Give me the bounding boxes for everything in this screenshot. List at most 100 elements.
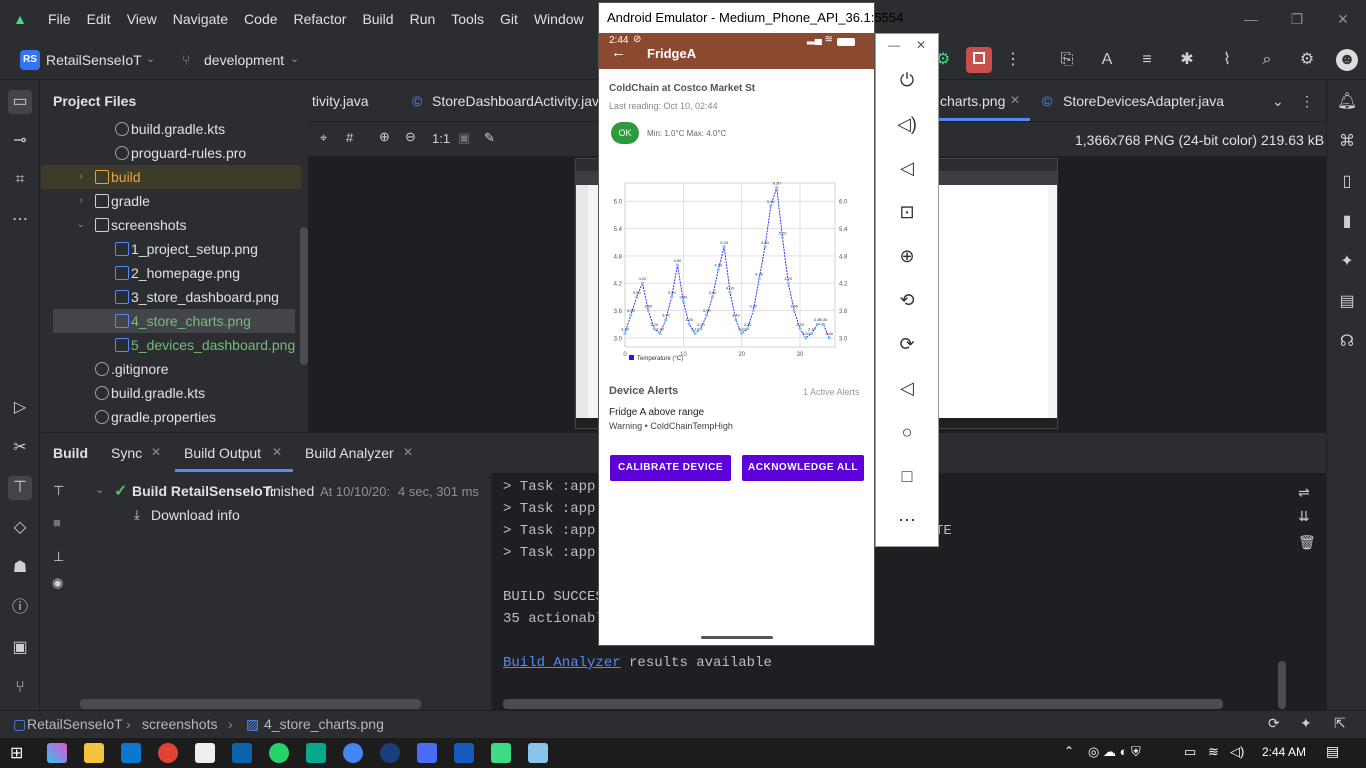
notifications-icon[interactable]: 🔔︎ [1335,90,1359,114]
more-options-icon[interactable]: ⋯ [895,508,919,532]
build-variants-icon[interactable]: ≡ [1136,49,1158,71]
build-hammer-icon[interactable]: ⊤ [8,476,32,500]
expand-icon[interactable]: ⌄ [95,483,104,496]
emulator-title[interactable]: Android Emulator - Medium_Phone_API_36.1… [599,3,903,33]
device-manager-icon[interactable]: ⎘ [1056,49,1078,71]
menu-item-build[interactable]: Build [354,11,401,27]
menu-item-edit[interactable]: Edit [79,11,119,27]
tab-build-output[interactable]: Build Output [184,445,261,461]
tab-sync[interactable]: Sync [111,445,142,461]
volume-up-icon[interactable]: ◁) [895,112,919,136]
tree-item[interactable]: build.gradle.kts [41,117,301,141]
menu-item-tools[interactable]: Tools [443,11,492,27]
chrome-icon[interactable] [343,743,363,763]
menu-item-code[interactable]: Code [236,11,285,27]
scroll-end-icon[interactable]: ⇊ [1298,509,1310,525]
notepad-icon[interactable] [528,743,548,763]
battery-icon[interactable]: ▭ [1184,744,1196,760]
background-icon[interactable]: ▣ [458,130,470,146]
gem-icon[interactable]: ◇ [8,516,32,540]
copilot-icon[interactable]: ☊ [1335,330,1359,354]
device-file-icon[interactable]: ▯ [1335,170,1359,194]
emulator-close-icon[interactable]: ✕ [916,38,926,52]
chevron-right-icon[interactable]: › [75,165,87,189]
terminal-icon[interactable]: ▣ [8,636,32,660]
fit-screen-icon[interactable]: ⌖ [320,130,327,146]
volume-down-icon[interactable]: ◁ [895,156,919,180]
tree-item[interactable]: 3_store_dashboard.png [41,285,301,309]
trash-icon[interactable]: 🗑︎ [1298,535,1316,551]
menu-item-git[interactable]: Git [492,11,526,27]
close-tab-icon[interactable]: ✕ [272,445,282,459]
project-folder-icon[interactable]: ▭ [8,90,32,114]
clock[interactable]: 2:44 AM [1262,745,1306,759]
tree-item[interactable]: gradle.properties [41,405,301,429]
problems-icon[interactable]: ⓘ [8,596,32,620]
eye-icon[interactable]: ◉ [52,575,63,591]
more-horizontal-icon[interactable]: ⋯ [8,208,32,232]
project-badge[interactable]: RS [20,50,40,70]
stop-build-icon[interactable]: ■ [53,515,61,530]
run-icon[interactable]: ▷ [8,396,32,420]
gemini-icon[interactable]: ✦ [1335,250,1359,274]
close-tab-icon[interactable]: ✕ [1010,93,1020,107]
menu-item-navigate[interactable]: Navigate [165,11,236,27]
tree-item[interactable]: build.gradle.kts [41,381,301,405]
debug-icon[interactable]: ✱ [1176,49,1198,71]
close-window-icon[interactable]: ✕ [1320,0,1366,38]
tree-item[interactable]: › build [41,165,301,189]
tree-item[interactable]: 2_homepage.png [41,261,301,285]
pin-icon[interactable]: ⊥ [53,549,64,565]
avatar[interactable]: ☻ [1336,49,1358,71]
tree-item[interactable]: ⌄ screenshots [41,213,301,237]
nav-home-icon[interactable]: ○ [895,420,919,444]
settings-icon[interactable]: ⚙ [1296,49,1318,71]
wifi-icon[interactable]: ≋ [1208,744,1219,760]
stop-button[interactable] [966,47,992,73]
rotate-right-icon[interactable]: ⟳ [895,332,919,356]
breadcrumb-project[interactable]: RetailSenseIoT [27,716,123,732]
zoom-icon[interactable]: ⊕ [895,244,919,268]
hammer-icon[interactable]: ⊤ [53,483,64,499]
acknowledge-all-button[interactable]: ACKNOWLEDGE ALL [742,455,864,481]
tree-item[interactable]: .gitignore [41,357,301,381]
tree-scrollbar[interactable] [300,227,308,365]
tabs-dropdown-icon[interactable]: ⌄ [1272,93,1284,110]
gradle-icon[interactable]: ⌘ [1335,130,1359,154]
notion-icon[interactable] [195,743,215,763]
back-arrow-icon[interactable]: ← [611,44,626,61]
tree-item[interactable]: 1_project_setup.png [41,237,301,261]
file-explorer-icon[interactable] [84,743,104,763]
whatsapp-icon[interactable] [269,743,289,763]
device-manager-side-icon[interactable]: ▮ [1335,210,1359,234]
tray-icons[interactable]: ◎ ☁ ◐ ⛨ [1088,744,1141,760]
tab-activity-java[interactable]: tivity.java [312,93,369,109]
more-vertical-icon[interactable]: ⋮ [1002,49,1024,71]
tab-build[interactable]: Build [53,445,88,461]
structure-icon[interactable]: ⌗ [8,168,32,192]
chrome-icon[interactable] [158,743,178,763]
zoom-in-icon[interactable]: ⊕ [379,129,390,145]
more-vertical-icon[interactable]: ⋮ [1300,93,1314,110]
menu-item-view[interactable]: View [119,11,165,27]
ai-icon[interactable]: ✦ [1300,715,1312,732]
calibrate-device-button[interactable]: CALIBRATE DEVICE [610,455,731,481]
console-scrollbar[interactable] [503,699,1223,709]
tree-item[interactable]: proguard-rules.pro [41,141,301,165]
translate-icon[interactable]: A [1096,49,1118,71]
tray-chevron-icon[interactable]: ⌃ [1064,744,1074,758]
nav-overview-icon[interactable]: □ [895,464,919,488]
zoom-out-icon[interactable]: ⊖ [405,129,416,145]
download-info-link[interactable]: Download info [151,507,240,523]
wrap-icon[interactable]: ⇌ [1298,485,1310,501]
breadcrumb-folder[interactable]: screenshots [142,716,217,732]
notification-center-icon[interactable]: ▤ [1326,743,1339,760]
close-tab-icon[interactable]: ✕ [151,445,161,459]
git-icon[interactable]: ⑂ [8,676,32,700]
tab-store-devices-adapter[interactable]: StoreDevicesAdapter.java [1063,93,1224,109]
app-icon[interactable] [306,743,326,763]
actual-size-button[interactable]: 1:1 [432,131,450,146]
rotate-left-icon[interactable]: ⟲ [895,288,919,312]
store-icon[interactable] [121,743,141,763]
branch-name[interactable]: development [204,52,284,68]
